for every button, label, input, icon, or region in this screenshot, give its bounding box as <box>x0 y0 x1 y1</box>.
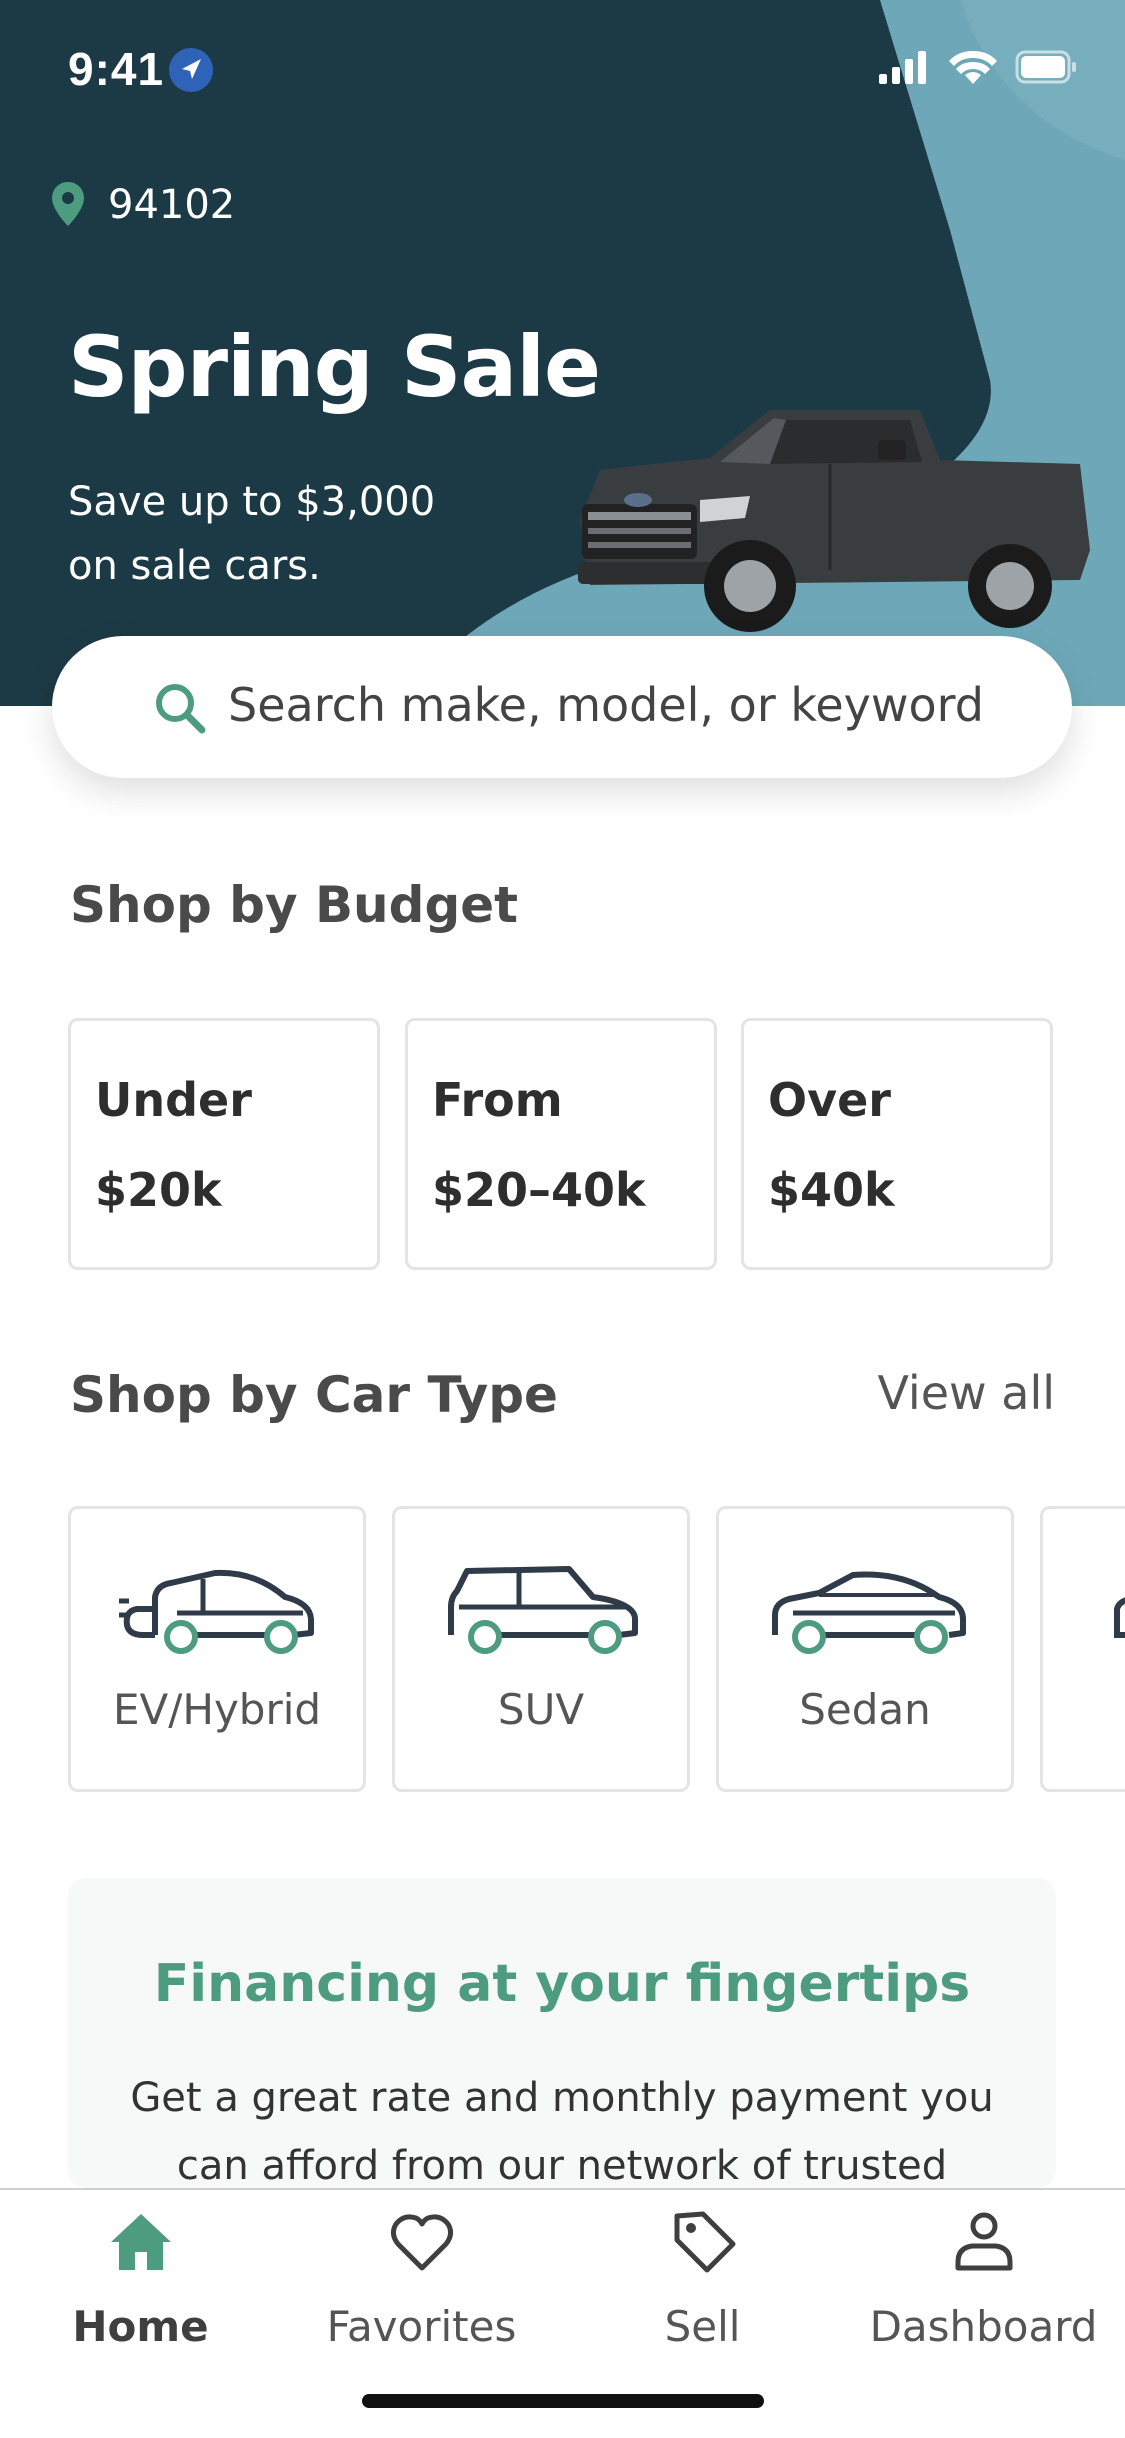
pickup-truck-image <box>578 410 1090 632</box>
financing-promo[interactable]: Financing at your fingertips Get a great… <box>68 1878 1056 2189</box>
cellular-signal-icon <box>879 51 926 84</box>
budget-card-under-20k[interactable]: Under $20k <box>68 1018 380 1270</box>
budget-card-line1: Under <box>95 1073 252 1127</box>
tab-home[interactable]: Home <box>0 2190 281 2390</box>
car-type-section-title: Shop by Car Type <box>70 1366 558 1424</box>
budget-card-20-40k[interactable]: From $20–40k <box>405 1018 717 1270</box>
search-placeholder: Search make, model, or keyword <box>228 678 984 732</box>
budget-card-line1: From <box>432 1073 563 1127</box>
car-type-card-partial[interactable] <box>1040 1506 1125 1792</box>
status-bar: 9:41 <box>0 0 1125 140</box>
budget-card-over-40k[interactable]: Over $40k <box>741 1018 1053 1270</box>
car-type-label: SUV <box>497 1685 585 1734</box>
home-icon <box>110 2214 171 2270</box>
tag-icon <box>674 2211 735 2273</box>
wifi-icon <box>949 51 997 84</box>
status-time: 9:41 <box>68 43 165 95</box>
location-zip: 94102 <box>108 182 236 228</box>
financing-title: Financing at your fingertips <box>153 1954 971 2014</box>
location-services-icon <box>169 48 213 92</box>
budget-card-line2: $20–40k <box>432 1163 646 1217</box>
car-type-card-ev-hybrid[interactable]: EV/Hybrid <box>68 1506 366 1792</box>
car-icon <box>1114 1597 1125 1638</box>
budget-card-line2: $20k <box>95 1163 222 1217</box>
tab-dashboard[interactable]: Dashboard <box>843 2190 1124 2390</box>
view-all-link[interactable]: View all <box>877 1366 1055 1420</box>
hero-subtitle: Save up to $3,000 on sale cars. <box>68 479 436 589</box>
map-pin-icon <box>52 182 84 226</box>
car-type-card-suv[interactable]: SUV <box>392 1506 690 1792</box>
home-indicator <box>362 2394 764 2408</box>
car-type-label: Sedan <box>799 1685 931 1734</box>
financing-body: Get a great rate and monthly payment you… <box>130 2075 994 2189</box>
hero-banner: 9:41 94102 Spring Sale Save up to $3,000… <box>0 0 1125 706</box>
ev-car-icon <box>119 1569 314 1654</box>
hero-title: Spring Sale <box>68 318 601 416</box>
tab-label: Home <box>72 2302 209 2351</box>
battery-icon <box>1015 50 1076 84</box>
budget-card-line1: Over <box>768 1073 891 1127</box>
car-type-card-sedan[interactable]: Sedan <box>716 1506 1014 1792</box>
tab-sell[interactable]: Sell <box>562 2190 843 2390</box>
user-icon <box>955 2212 1012 2271</box>
tab-label: Sell <box>664 2302 741 2351</box>
budget-section-title: Shop by Budget <box>70 876 519 934</box>
tab-favorites[interactable]: Favorites <box>281 2190 562 2390</box>
suv-icon <box>448 1566 638 1654</box>
search-bar[interactable]: Search make, model, or keyword <box>52 636 1072 778</box>
status-icons <box>879 48 1079 92</box>
tab-label: Dashboard <box>869 2302 1098 2351</box>
sedan-icon <box>772 1571 966 1654</box>
search-icon <box>156 684 206 734</box>
budget-card-line2: $40k <box>768 1163 895 1217</box>
tab-label: Favorites <box>326 2302 517 2351</box>
car-type-label: EV/Hybrid <box>112 1685 322 1734</box>
heart-icon <box>390 2214 453 2271</box>
